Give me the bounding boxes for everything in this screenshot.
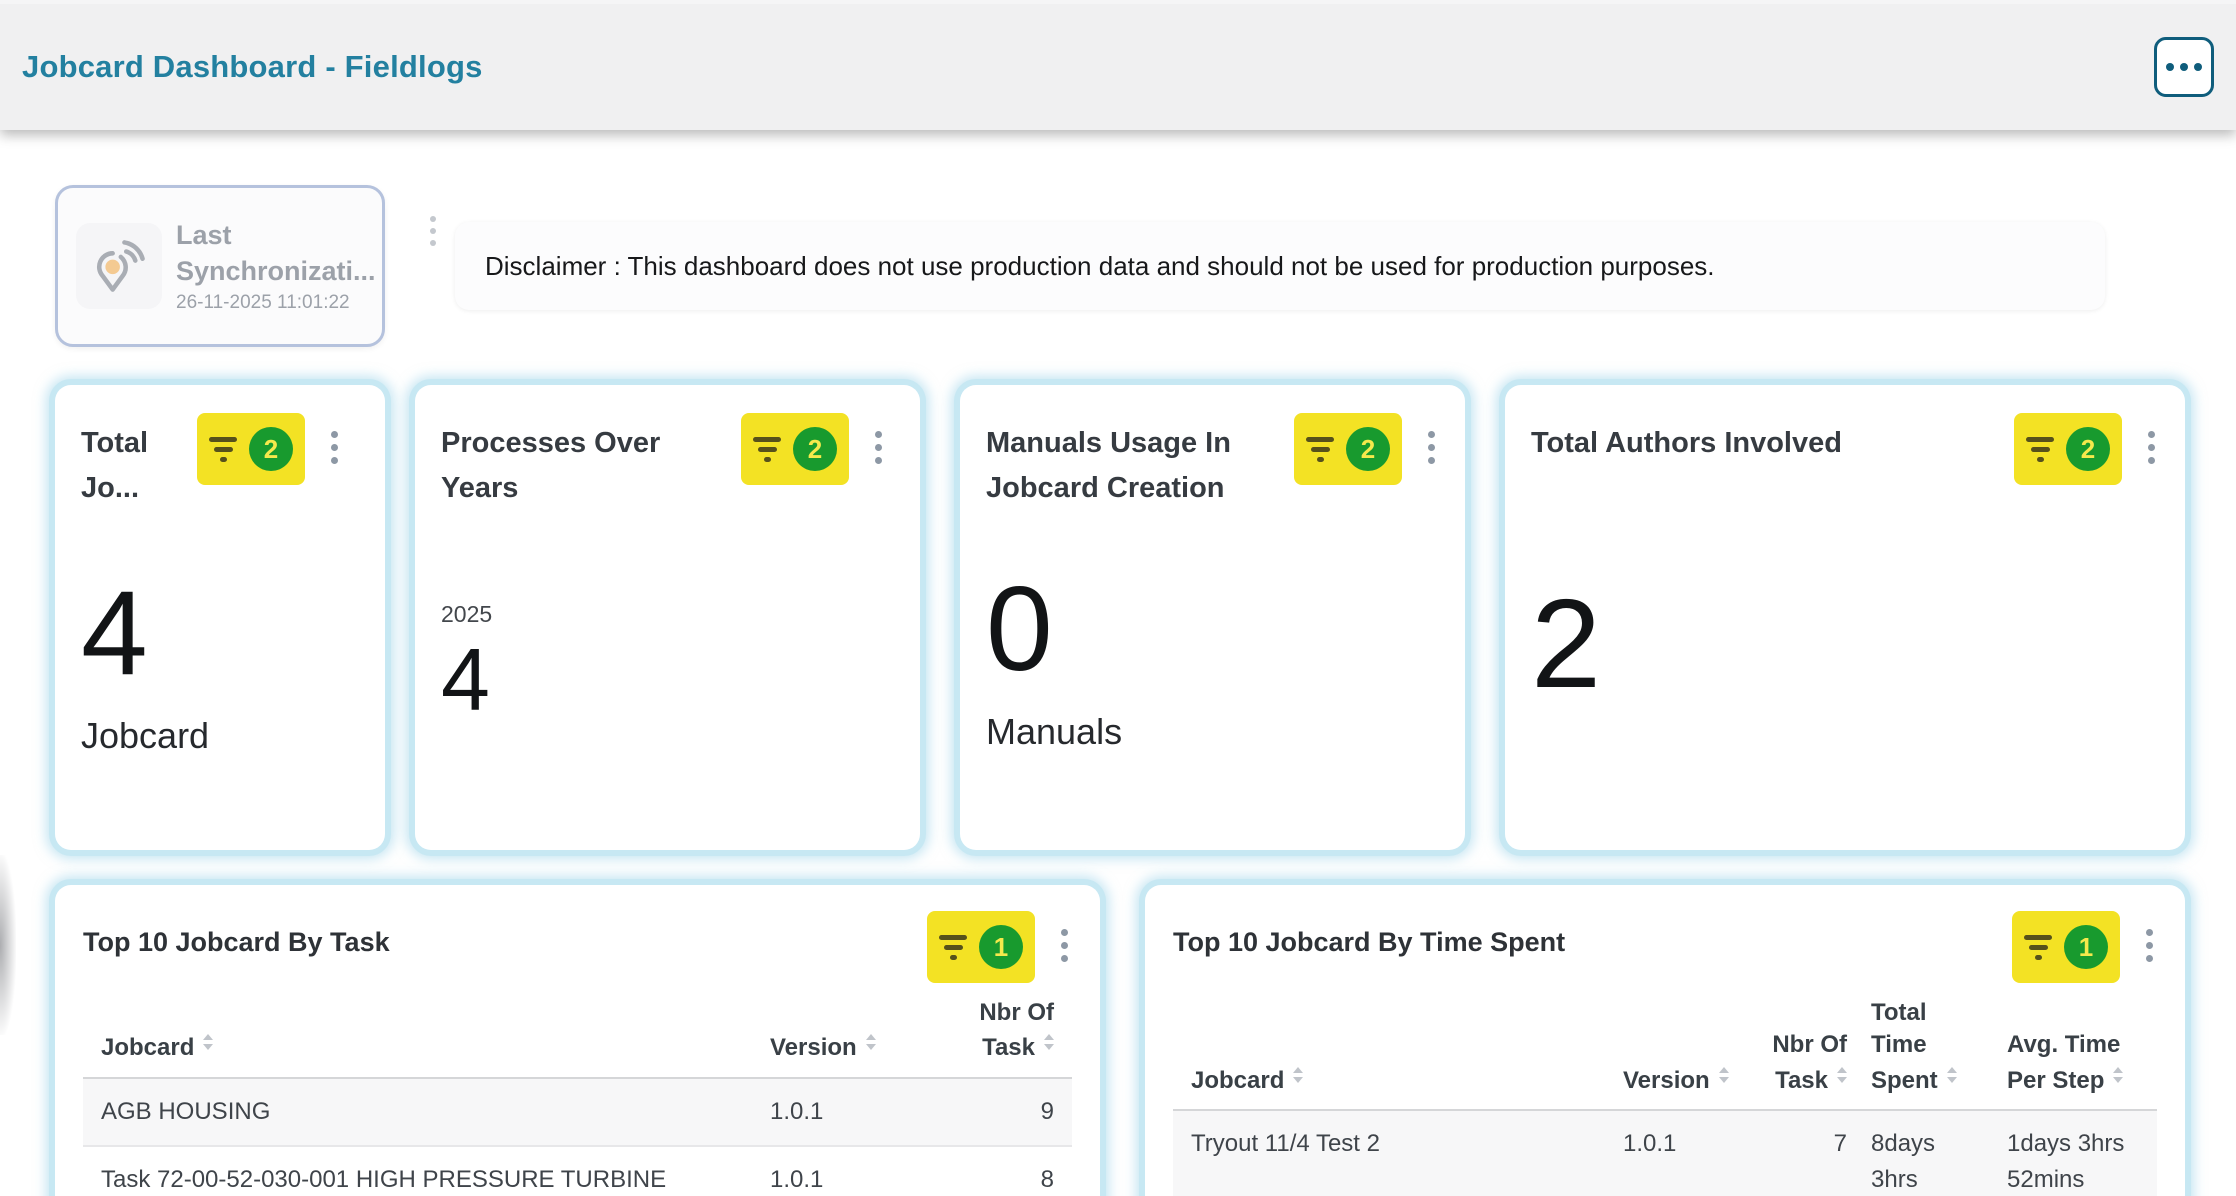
kpi-card-total-authors: Total Authors Involved 2 2 — [1505, 385, 2185, 850]
kpi-value: 4 — [441, 636, 894, 724]
kpi-value: 2 — [1531, 581, 2159, 707]
kpi-title: Processes Over Years — [441, 413, 741, 511]
cell-total-time-spent: 8days 3hrs 9mins — [1871, 1126, 1983, 1196]
filter-count-badge: 2 — [2066, 427, 2110, 471]
sort-icon[interactable] — [1837, 1062, 1847, 1088]
kpi-card-processes-over-years: Processes Over Years 2 2025 4 — [415, 385, 920, 850]
location-signal-icon — [90, 237, 148, 295]
kpi-card-manuals-usage: Manuals Usage In Jobcard Creation 2 0 Ma… — [960, 385, 1465, 850]
filter-chip[interactable]: 2 — [2014, 413, 2122, 485]
kpi-title: Total Jo... — [81, 413, 197, 511]
table-row: Tryout 11/4 Test 2 1.0.1 7 8days 3hrs 9m… — [1173, 1111, 2157, 1196]
disclaimer-text: Disclaimer : This dashboard does not use… — [485, 251, 1715, 282]
dashboard-screen: Jobcard Dashboard - Fieldlogs Last Synch… — [0, 0, 2236, 1196]
table-title: Top 10 Jobcard By Time Spent — [1173, 911, 2012, 958]
filter-chip[interactable]: 2 — [197, 413, 305, 485]
card-kebab-menu[interactable] — [327, 427, 342, 468]
sort-icon[interactable] — [1293, 1062, 1303, 1088]
filter-count-badge: 2 — [249, 427, 293, 471]
filter-icon — [2026, 437, 2054, 462]
filter-chip[interactable]: 1 — [927, 911, 1035, 983]
column-header-nbr-of-task[interactable]: Nbr Of Task — [944, 997, 1054, 1065]
sync-kebab-menu[interactable] — [426, 212, 440, 250]
column-header-jobcard[interactable]: Jobcard — [1191, 1062, 1599, 1097]
header-more-options-button[interactable] — [2154, 37, 2214, 97]
kpi-value: 0 — [986, 569, 1439, 689]
table-header-row: Jobcard Version Nbr Of Task — [83, 997, 1072, 1079]
sort-icon[interactable] — [1044, 1029, 1054, 1055]
table-card-jobcard-by-task: Top 10 Jobcard By Task 1 Jobcard Version… — [55, 885, 1100, 1196]
filter-count-badge: 2 — [793, 427, 837, 471]
disclaimer-banner: Disclaimer : This dashboard does not use… — [455, 222, 2105, 310]
ellipsis-icon — [2166, 63, 2174, 71]
cell-nbr-of-task: 7 — [1767, 1126, 1847, 1162]
sort-icon[interactable] — [1947, 1062, 1957, 1088]
filter-count-badge: 1 — [2064, 925, 2108, 969]
kpi-unit: Jobcard — [81, 715, 359, 757]
sync-timestamp: 26-11-2025 11:01:22 — [176, 292, 368, 314]
filter-chip[interactable]: 1 — [2012, 911, 2120, 983]
sync-icon-tile — [76, 223, 162, 309]
cell-nbr-of-task: 9 — [944, 1094, 1054, 1130]
filter-icon — [753, 437, 781, 462]
table-card-jobcard-by-time-spent: Top 10 Jobcard By Time Spent 1 Jobcard V… — [1145, 885, 2185, 1196]
cell-nbr-of-task: 8 — [944, 1162, 1054, 1196]
column-header-avg-time-per-step[interactable]: Avg. Time Per Step — [2007, 1029, 2139, 1097]
kpi-title: Manuals Usage In Jobcard Creation — [986, 413, 1294, 511]
column-header-total-time-spent[interactable]: Total Time Spent — [1871, 997, 1983, 1097]
filter-icon — [2024, 935, 2052, 960]
table-header-row: Jobcard Version Nbr Of Task Total Time S… — [1173, 997, 2157, 1111]
table-row: AGB HOUSING 1.0.1 9 — [83, 1079, 1072, 1147]
cell-jobcard: AGB HOUSING — [101, 1094, 746, 1130]
table-row: Task 72-00-52-030-001 HIGH PRESSURE TURB… — [83, 1147, 1072, 1196]
sync-label: Last Synchronizati... — [176, 218, 368, 289]
app-header: Jobcard Dashboard - Fieldlogs — [0, 0, 2236, 130]
kpi-title: Total Authors Involved — [1531, 413, 2014, 466]
cell-version: 1.0.1 — [1623, 1126, 1743, 1162]
filter-icon — [1306, 437, 1334, 462]
cell-version: 1.0.1 — [770, 1162, 920, 1196]
column-header-version[interactable]: Version — [1623, 1062, 1743, 1097]
kpi-unit: Manuals — [986, 711, 1439, 753]
table-title: Top 10 Jobcard By Task — [83, 911, 927, 958]
filter-icon — [939, 935, 967, 960]
sort-icon[interactable] — [2113, 1062, 2123, 1088]
cell-jobcard: Task 72-00-52-030-001 HIGH PRESSURE TURB… — [101, 1162, 746, 1196]
sort-icon[interactable] — [866, 1029, 876, 1055]
cell-jobcard: Tryout 11/4 Test 2 — [1191, 1126, 1599, 1162]
card-kebab-menu[interactable] — [1057, 925, 1072, 966]
sort-icon[interactable] — [203, 1029, 213, 1055]
filter-chip[interactable]: 2 — [1294, 413, 1402, 485]
filter-chip[interactable]: 2 — [741, 413, 849, 485]
left-edge-shadow — [0, 855, 16, 1035]
cell-avg-time-per-step: 1days 3hrs 52mins — [2007, 1126, 2139, 1196]
column-header-jobcard[interactable]: Jobcard — [101, 1029, 746, 1064]
filter-count-badge: 1 — [979, 925, 1023, 969]
last-sync-card: Last Synchronizati... 26-11-2025 11:01:2… — [55, 185, 385, 347]
kpi-value: 4 — [81, 573, 359, 693]
column-header-nbr-of-task[interactable]: Nbr Of Task — [1767, 1029, 1847, 1097]
kpi-card-total-jobcard: Total Jo... 2 4 Jobcard — [55, 385, 385, 850]
card-kebab-menu[interactable] — [2144, 427, 2159, 468]
cell-version: 1.0.1 — [770, 1094, 920, 1130]
filter-count-badge: 2 — [1346, 427, 1390, 471]
sort-icon[interactable] — [1719, 1062, 1729, 1088]
card-kebab-menu[interactable] — [1424, 427, 1439, 468]
card-kebab-menu[interactable] — [871, 427, 886, 468]
filter-icon — [209, 437, 237, 462]
column-header-version[interactable]: Version — [770, 1029, 920, 1064]
card-kebab-menu[interactable] — [2142, 925, 2157, 966]
kpi-year-label: 2025 — [441, 601, 894, 628]
page-title: Jobcard Dashboard - Fieldlogs — [22, 49, 483, 85]
